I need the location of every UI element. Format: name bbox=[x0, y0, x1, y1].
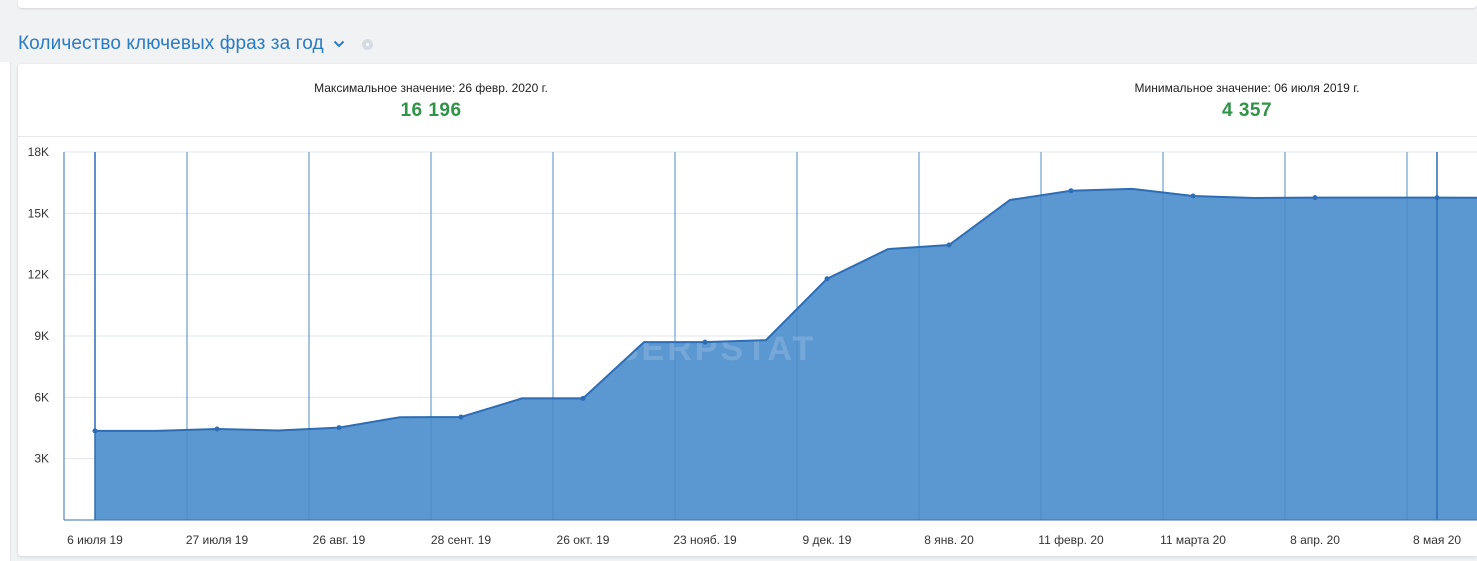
x-tick-label: 11 февр. 20 bbox=[1038, 533, 1104, 547]
x-tick-label: 9 дек. 19 bbox=[803, 533, 852, 547]
y-tick-label: 15K bbox=[28, 206, 49, 220]
x-tick-label: 23 нояб. 19 bbox=[673, 533, 737, 547]
data-point bbox=[824, 276, 830, 282]
x-tick-label: 26 окт. 19 bbox=[557, 533, 610, 547]
left-panel-edge bbox=[0, 62, 11, 561]
y-tick-label: 3K bbox=[34, 452, 49, 466]
section-header: Количество ключевых фраз за год bbox=[18, 31, 373, 57]
top-card bbox=[18, 0, 1477, 8]
data-point bbox=[946, 242, 952, 248]
x-tick-label: 8 мая 20 bbox=[1413, 533, 1461, 547]
data-point bbox=[214, 426, 220, 432]
data-point bbox=[336, 425, 342, 431]
x-tick-label: 6 июля 19 bbox=[67, 533, 123, 547]
watermark: SERPSTAT bbox=[616, 330, 816, 368]
x-tick-label: 11 марта 20 bbox=[1160, 533, 1226, 547]
data-point bbox=[1190, 193, 1196, 199]
data-point bbox=[702, 339, 708, 345]
x-tick-label: 27 июля 19 bbox=[186, 533, 249, 547]
info-icon[interactable] bbox=[361, 38, 373, 50]
x-tick-label: 26 авг. 19 bbox=[313, 533, 366, 547]
data-point bbox=[1068, 188, 1074, 194]
y-tick-label: 9K bbox=[34, 329, 49, 343]
data-point bbox=[580, 395, 586, 401]
chevron-down-icon[interactable] bbox=[332, 37, 346, 51]
x-tick-label: 8 апр. 20 bbox=[1290, 533, 1340, 547]
section-title[interactable]: Количество ключевых фраз за год bbox=[18, 33, 324, 55]
x-tick-label: 28 сент. 19 bbox=[431, 533, 491, 547]
x-tick-label: 8 янв. 20 bbox=[924, 533, 974, 547]
keyword-count-chart[interactable]: SERPSTAT 3K 6K 9K 12K 15K 18K 6 июля 19 27 июля … bbox=[18, 64, 1477, 556]
y-tick-label: 18K bbox=[28, 145, 49, 159]
chart-card: Максимальное значение: 26 февр. 2020 г. … bbox=[18, 64, 1477, 556]
y-tick-label: 6K bbox=[34, 390, 49, 404]
data-point bbox=[458, 414, 464, 420]
y-tick-label: 12K bbox=[28, 268, 49, 282]
data-point bbox=[1312, 195, 1318, 201]
